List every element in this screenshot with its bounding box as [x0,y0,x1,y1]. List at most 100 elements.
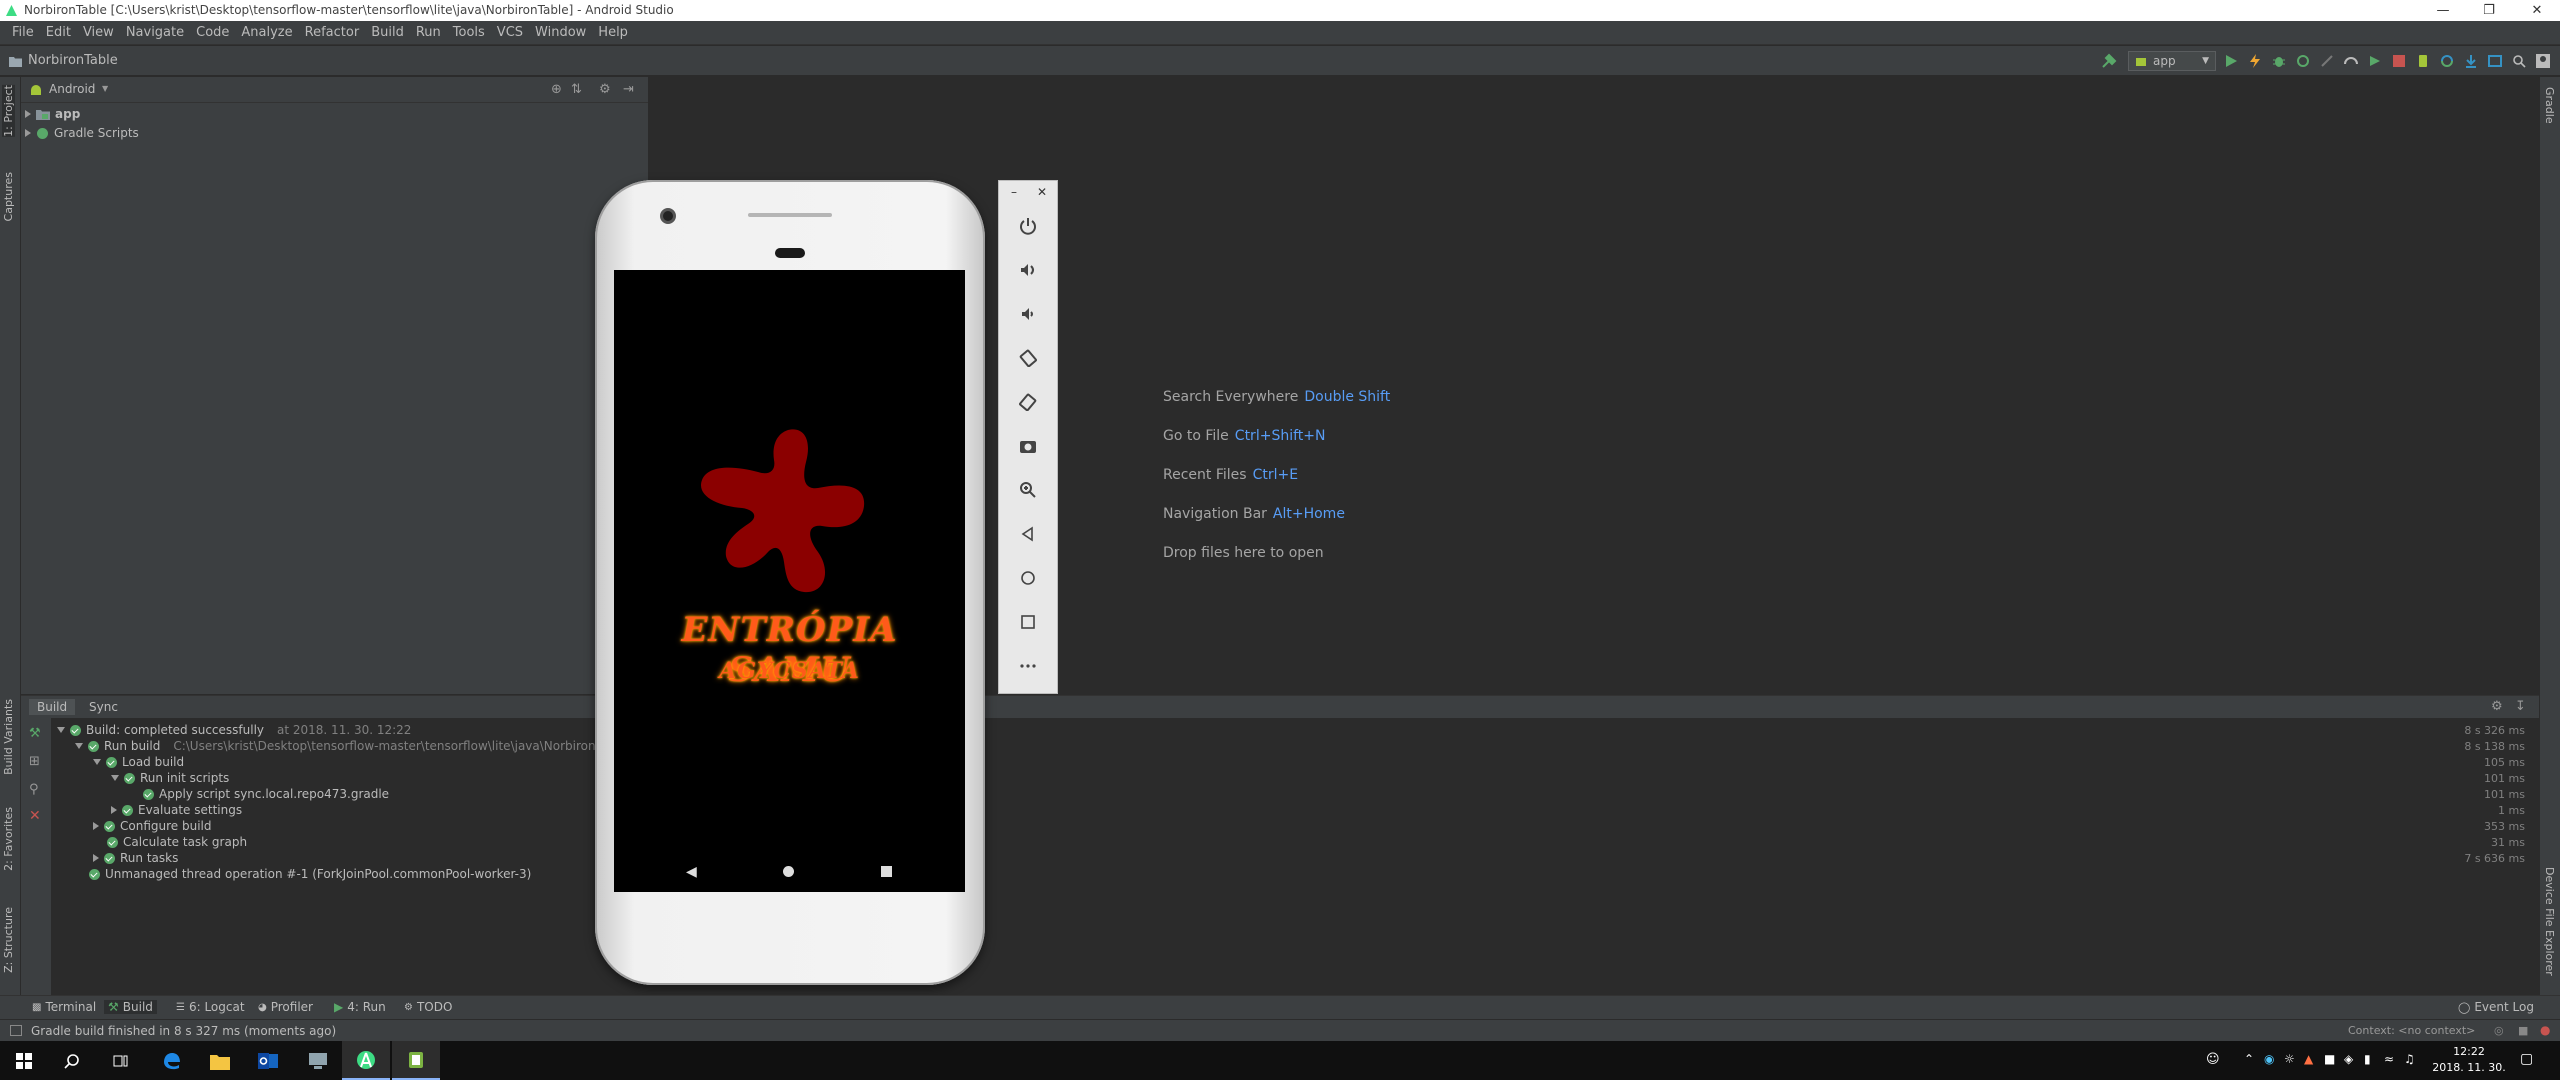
wifi-icon[interactable]: ≈ [2384,1052,2394,1066]
menu-view[interactable]: View [77,25,120,40]
restore-button[interactable]: ❐ [2466,0,2512,21]
tab-logcat[interactable]: ☰ 6: Logcat [172,1000,249,1014]
project-structure-icon[interactable] [2486,52,2504,70]
menu-analyze[interactable]: Analyze [235,25,298,40]
stop-icon[interactable] [2390,52,2408,70]
outlook-icon[interactable] [244,1041,292,1080]
collapse-arrow-icon[interactable] [57,727,65,733]
breadcrumb-project[interactable]: NorbironTable [28,53,118,68]
pin-icon[interactable]: ⚲ [29,782,39,797]
rotate-right-icon[interactable] [1013,387,1043,417]
volume-up-icon[interactable] [1013,255,1043,285]
more-icon[interactable] [1013,651,1043,681]
tab-build[interactable]: Build [29,699,76,715]
tab-todo[interactable]: ⚙ TODO [400,1000,456,1014]
menu-build[interactable]: Build [365,25,410,40]
tab-run[interactable]: ▶ 4: Run [330,1000,390,1014]
build-line[interactable]: Configure build [93,819,211,833]
windows-start-icon[interactable] [0,1041,48,1080]
menu-vcs[interactable]: VCS [491,25,529,40]
gear-icon[interactable]: ⚙ [599,82,611,97]
collapse-arrow-icon[interactable] [75,743,83,749]
volume-down-icon[interactable] [1013,299,1043,329]
tab-favorites[interactable]: 2: Favorites [2,807,15,871]
lock-icon[interactable]: ◎ [2494,1024,2504,1037]
run-tests-icon[interactable] [2366,52,2384,70]
people-icon[interactable]: ☺ [2206,1052,2220,1067]
steam-icon[interactable]: ☼ [2284,1052,2295,1066]
search-icon[interactable] [48,1041,96,1080]
menu-edit[interactable]: Edit [40,25,77,40]
user-icon[interactable] [2534,52,2552,70]
tree-item-app[interactable]: app [25,107,80,121]
gear-icon[interactable]: ⚙ [2491,699,2503,714]
build-line[interactable]: Load build [93,755,184,769]
close-button[interactable]: ✕ [1037,185,1047,199]
zoom-icon[interactable] [1013,475,1043,505]
collapse-all-icon[interactable]: ⇅ [571,82,582,97]
home-icon[interactable] [1013,563,1043,593]
rotate-left-icon[interactable] [1013,343,1043,373]
tab-captures[interactable]: Captures [2,172,15,221]
scroll-from-source-icon[interactable]: ⊕ [551,82,562,97]
tray-app-icon[interactable]: ◉ [2264,1052,2274,1066]
android-studio-taskbar-icon[interactable] [342,1041,390,1080]
expand-arrow-icon[interactable] [25,110,31,118]
volume-icon[interactable]: ♫ [2404,1052,2415,1066]
status-message[interactable]: Gradle build finished in 8 s 327 ms (mom… [31,1024,336,1038]
close-icon[interactable]: ✕ [29,808,41,824]
coverage-icon[interactable] [2342,52,2360,70]
tab-profiler[interactable]: ◕ Profiler [254,1000,317,1014]
task-view-icon[interactable] [96,1041,144,1080]
tab-gradle[interactable]: Gradle [2543,87,2556,124]
gamepad-icon[interactable]: ◈ [2344,1052,2353,1066]
nav-back-button[interactable]: ◀ [686,864,697,880]
tray-app-icon[interactable]: ■ [2324,1052,2335,1066]
expand-arrow-icon[interactable] [25,129,31,137]
tree-item-gradle-scripts[interactable]: Gradle Scripts [25,126,139,140]
attach-debugger-icon[interactable] [2318,52,2336,70]
back-icon[interactable] [1013,519,1043,549]
edge-browser-icon[interactable] [148,1041,196,1080]
camera-icon[interactable] [1013,431,1043,461]
menu-code[interactable]: Code [190,25,235,40]
run-icon[interactable] [2222,52,2240,70]
avd-manager-icon[interactable] [2414,52,2432,70]
error-icon[interactable]: ● [2540,1023,2550,1037]
build-line[interactable]: Unmanaged thread operation #-1 (ForkJoin… [89,867,531,881]
tray-app-icon[interactable]: ▲ [2304,1052,2313,1066]
minimize-button[interactable]: — [2420,0,2466,21]
menu-refactor[interactable]: Refactor [299,25,366,40]
build-line[interactable]: Run build C:\Users\krist\Desktop\tensorf… [75,739,627,753]
tab-build-bottom[interactable]: ⚒ Build [104,1000,157,1014]
menu-help[interactable]: Help [592,25,634,40]
collapse-arrow-icon[interactable] [111,775,119,781]
overview-icon[interactable] [1013,607,1043,637]
action-center-icon[interactable]: ▢ [2520,1051,2533,1067]
project-view-selector[interactable]: Android [49,82,95,96]
build-line[interactable]: Run tasks [93,851,178,865]
tab-structure[interactable]: Z: Structure [2,907,15,973]
menu-tools[interactable]: Tools [447,25,491,40]
sync-gradle-icon[interactable] [2438,52,2456,70]
emulator-screen[interactable]: ENTRÓPIA SAMU AGYCSATA ◀ [614,270,965,892]
close-button[interactable]: ✕ [2514,0,2560,21]
collapse-arrow-icon[interactable] [93,759,101,765]
hide-panel-icon[interactable]: ↧ [2515,699,2526,714]
chevron-down-icon[interactable]: ▼ [102,84,108,93]
network-icon[interactable]: ▮ [2364,1052,2371,1066]
make-project-icon[interactable] [2100,52,2118,70]
tab-device-file-explorer[interactable]: Device File Explorer [2543,867,2556,976]
expand-arrow-icon[interactable] [111,806,117,814]
build-line[interactable]: Evaluate settings [111,803,242,817]
hide-panel-icon[interactable]: ⇥ [623,82,634,97]
menu-file[interactable]: File [6,25,40,40]
run-configuration-select[interactable]: app ▼ [2128,51,2216,71]
power-icon[interactable] [1013,211,1043,241]
build-line[interactable]: Calculate task graph [107,835,247,849]
panel-toggle-icon[interactable] [10,1025,22,1036]
build-line[interactable]: Build: completed successfully at 2018. 1… [57,723,411,737]
toggle-view-icon[interactable]: ⊞ [29,754,40,769]
menu-run[interactable]: Run [410,25,447,40]
tab-project[interactable]: 1: Project [2,85,15,137]
